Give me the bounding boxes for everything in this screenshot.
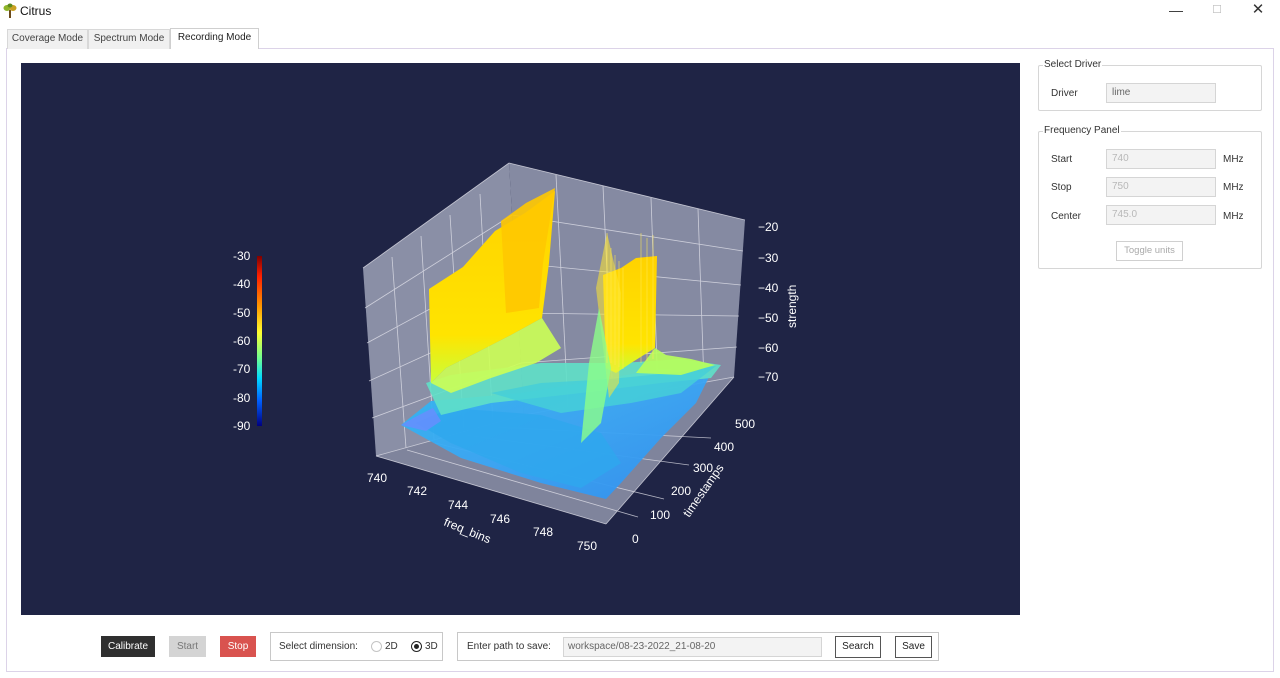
dimension-selector: Select dimension: 2D 3D (270, 632, 443, 661)
close-button[interactable]: ✕ (1238, 0, 1278, 22)
z-tick-label: −30 (758, 251, 779, 265)
select-driver-group: Select Driver Driver lime (1038, 59, 1262, 111)
start-frequency-field[interactable]: 740 (1106, 149, 1216, 169)
x-tick-label: 740 (367, 471, 387, 485)
stop-unit-label: MHz (1223, 182, 1244, 193)
start-frequency-label: Start (1051, 154, 1073, 165)
frequency-panel: Frequency Panel Start 740 MHz Stop 750 M… (1038, 125, 1262, 269)
z-axis-label: strength (785, 285, 799, 328)
x-tick-label: 748 (533, 525, 553, 539)
center-frequency-field[interactable]: 745.0 (1106, 205, 1216, 225)
driver-field[interactable]: lime (1106, 83, 1216, 103)
colorbar-tick: -90 (233, 419, 251, 433)
save-path-box: Enter path to save: workspace/08-23-2022… (457, 632, 939, 661)
radio-3d[interactable] (411, 641, 422, 652)
radio-2d[interactable] (371, 641, 382, 652)
x-axis-label: freq_bins (442, 515, 493, 546)
z-tick-label: −50 (758, 311, 779, 325)
z-tick-label: −40 (758, 281, 779, 295)
tab-recording-mode[interactable]: Recording Mode (170, 28, 259, 49)
y-tick-label: 400 (714, 440, 734, 454)
y-tick-label: 0 (632, 532, 639, 546)
save-button[interactable]: Save (895, 636, 932, 658)
z-tick-label: −60 (758, 341, 779, 355)
start-unit-label: MHz (1223, 154, 1244, 165)
colorbar-tick: -40 (233, 277, 251, 291)
window-title: Citrus (20, 4, 52, 18)
colorbar-tick: -80 (233, 391, 251, 405)
save-path-label: Enter path to save: (467, 641, 551, 652)
radio-2d-label[interactable]: 2D (385, 641, 398, 652)
x-tick-label: 742 (407, 484, 427, 498)
stop-frequency-field[interactable]: 750 (1106, 177, 1216, 197)
x-tick-label: 744 (448, 498, 468, 512)
x-tick-label: 746 (490, 512, 510, 526)
center-unit-label: MHz (1223, 211, 1244, 222)
calibrate-button[interactable]: Calibrate (101, 636, 155, 657)
colorbar-tick: -70 (233, 362, 251, 376)
waterfall-3d-plot[interactable]: -30 -40 -50 -60 -70 -80 -90 −20 −30 −40 … (21, 63, 1020, 615)
stop-frequency-label: Stop (1051, 182, 1072, 193)
colorbar-tick: -60 (233, 334, 251, 348)
driver-label: Driver (1051, 88, 1078, 99)
stop-button[interactable]: Stop (220, 636, 256, 657)
select-driver-title: Select Driver (1043, 59, 1103, 70)
colorbar-tick: -30 (233, 249, 251, 263)
dimension-label: Select dimension: (279, 641, 358, 652)
plot-canvas: -30 -40 -50 -60 -70 -80 -90 −20 −30 −40 … (233, 162, 799, 553)
frequency-panel-title: Frequency Panel (1043, 125, 1121, 136)
y-tick-label: 100 (650, 508, 670, 522)
radio-3d-label[interactable]: 3D (425, 641, 438, 652)
maximize-button[interactable]: ☐ (1197, 0, 1237, 22)
z-tick-label: −70 (758, 370, 779, 384)
tab-coverage-mode[interactable]: Coverage Mode (7, 29, 88, 49)
title-bar: Citrus — ☐ ✕ (0, 0, 1280, 24)
start-button[interactable]: Start (169, 636, 206, 657)
x-tick-label: 750 (577, 539, 597, 553)
center-frequency-label: Center (1051, 211, 1082, 222)
z-tick-label: −20 (758, 220, 779, 234)
y-tick-label: 200 (671, 484, 691, 498)
y-tick-label: 500 (735, 417, 755, 431)
minimize-button[interactable]: — (1156, 0, 1196, 22)
search-button[interactable]: Search (835, 636, 881, 658)
tab-spectrum-mode[interactable]: Spectrum Mode (88, 29, 170, 49)
app-logo-icon (3, 3, 17, 18)
toggle-units-button[interactable]: Toggle units (1116, 241, 1183, 261)
save-path-input[interactable]: workspace/08-23-2022_21-08-20 (563, 637, 822, 657)
colorbar-tick: -50 (233, 306, 251, 320)
colorbar (257, 256, 262, 426)
